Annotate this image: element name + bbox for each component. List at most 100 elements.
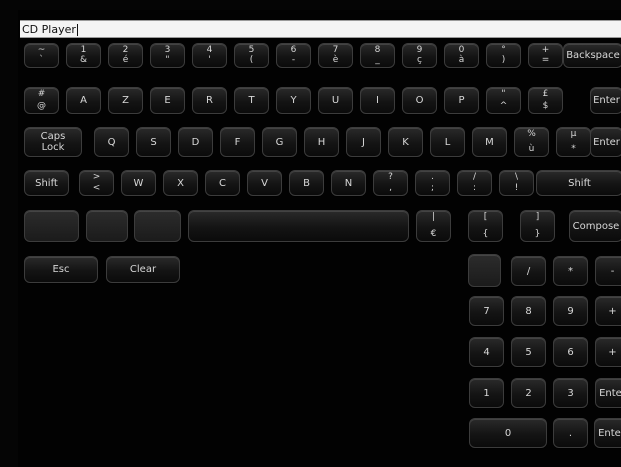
key-m[interactable]: M	[472, 127, 507, 157]
key-symbol-symbol[interactable]: ?,	[373, 170, 408, 196]
key-v[interactable]: V	[247, 170, 282, 196]
key-s[interactable]: S	[136, 127, 171, 157]
key-1-symbol[interactable]: 1 &	[66, 43, 101, 68]
numpad-key-3[interactable]: 3	[553, 378, 588, 408]
numpad-key-2[interactable]: 2	[511, 378, 546, 408]
key-symbol-symbol[interactable]: /:	[457, 170, 492, 196]
key-t-label: T	[248, 95, 255, 106]
key-symbol-symbol[interactable]: £ $	[528, 87, 563, 114]
virtual-keyboard: CD Player ~ ` 1 & 2 é 3 " 4 ' 5(6-7 è 8 _ 9 ç 0 à °) + = Back…	[18, 10, 621, 467]
numpad-key-7[interactable]: 7	[469, 296, 504, 326]
numpad-key-7-label: 7	[483, 305, 490, 317]
key-symbol-symbol[interactable]: ~ `	[24, 43, 59, 68]
key-l[interactable]: L	[430, 127, 465, 157]
key-a[interactable]: A	[66, 87, 101, 114]
key-5-symbol[interactable]: 5(	[234, 43, 269, 68]
key-c[interactable]: C	[205, 170, 240, 196]
numpad-key-0[interactable]: 0	[469, 418, 547, 448]
clear-key[interactable]: Clear	[106, 256, 180, 283]
key-y[interactable]: Y	[276, 87, 311, 114]
numpad-key-6[interactable]: 6	[553, 337, 588, 367]
right-shift-key[interactable]: Shift	[536, 170, 621, 196]
key-o[interactable]: O	[402, 87, 437, 114]
key-8-symbol[interactable]: 8 _	[360, 43, 395, 68]
numpad-key-5[interactable]: 5	[511, 337, 546, 367]
key-g[interactable]: G	[262, 127, 297, 157]
key-z[interactable]: Z	[108, 87, 143, 114]
key-f[interactable]: F	[220, 127, 255, 157]
numpad-key-9[interactable]: 9	[553, 296, 588, 326]
key-symbol-symbol[interactable]: # @	[24, 87, 59, 114]
key-4-symbol[interactable]: 4 '	[192, 43, 227, 68]
key-h-label: H	[317, 136, 326, 148]
numpad-key-enter[interactable]: Enter	[595, 378, 621, 408]
numpad-key-symbol[interactable]: *	[553, 256, 588, 286]
caps-lock-label-line1: Caps	[40, 131, 66, 142]
key-symbol-symbol[interactable]: " ^	[486, 87, 521, 114]
numpad-key-4[interactable]: 4	[469, 337, 504, 367]
enter-key-2[interactable]: Enter	[590, 127, 621, 157]
key-0-symbol[interactable]: 0à	[444, 43, 479, 68]
compose-key[interactable]: Compose	[569, 210, 621, 242]
key-n[interactable]: N	[331, 170, 366, 196]
key-symbol-symbol[interactable]: > <	[79, 170, 114, 196]
enter-key[interactable]: Enter	[590, 87, 621, 114]
blank-modifier-key-3[interactable]	[134, 210, 181, 242]
numpad-key-decimal[interactable]: .	[553, 418, 588, 448]
key-symbol-symbol[interactable]: % ù	[514, 127, 549, 157]
key-9-symbol[interactable]: 9ç	[402, 43, 437, 68]
numpad-enter-key[interactable]: Enter	[594, 418, 621, 448]
key-k[interactable]: K	[388, 127, 423, 157]
numpad-key-8[interactable]: 8	[511, 296, 546, 326]
key-symbol-symbol[interactable]: \!	[499, 170, 534, 196]
key-x[interactable]: X	[163, 170, 198, 196]
backspace-key[interactable]: Backspace	[563, 43, 621, 68]
key-2-symbol[interactable]: 2é	[108, 43, 143, 68]
key-r[interactable]: R	[192, 87, 227, 114]
key-b[interactable]: B	[289, 170, 324, 196]
key-i[interactable]: I	[360, 87, 395, 114]
key-j[interactable]: J	[346, 127, 381, 157]
key-d[interactable]: D	[178, 127, 213, 157]
blank-modifier-key-2[interactable]	[86, 210, 128, 242]
key-upper-label: 6	[290, 45, 297, 55]
space-bar[interactable]	[188, 210, 409, 242]
caps-lock-key[interactable]: Caps Lock	[24, 127, 82, 157]
key-lower-label: è	[332, 55, 339, 65]
caps-lock-label-line2: Lock	[41, 142, 65, 153]
key-6-symbol[interactable]: 6-	[276, 43, 311, 68]
key-h[interactable]: H	[304, 127, 339, 157]
key-symbol-symbol[interactable]: °)	[486, 43, 521, 68]
key-q[interactable]: Q	[94, 127, 129, 157]
blank-modifier-key-1[interactable]	[24, 210, 79, 242]
key-a-label: A	[80, 95, 87, 106]
key-symbol-symbol[interactable]: .;	[415, 170, 450, 196]
key-p[interactable]: P	[444, 87, 479, 114]
key-u[interactable]: U	[318, 87, 353, 114]
key-symbol-symbol[interactable]: ]}	[520, 210, 555, 242]
key-symbol-symbol[interactable]: [{	[468, 210, 503, 242]
key-symbol-symbol[interactable]: | €	[416, 210, 451, 242]
key-symbol-symbol[interactable]: + =	[528, 43, 563, 68]
key-e[interactable]: E	[150, 87, 185, 114]
numpad-blank-key[interactable]	[468, 254, 501, 287]
key-symbol-symbol[interactable]: µ *	[556, 127, 591, 157]
numpad-key-1[interactable]: 1	[469, 378, 504, 408]
key-r-label: R	[206, 95, 213, 106]
numpad-key-symbol[interactable]: /	[511, 256, 546, 286]
numpad-key-symbol[interactable]: -	[595, 256, 621, 286]
key-w-label: W	[133, 177, 144, 189]
key-x-label: X	[177, 177, 184, 189]
text-input[interactable]: CD Player	[20, 20, 621, 38]
key-j-label: J	[362, 136, 365, 148]
escape-key[interactable]: Esc	[24, 256, 98, 283]
numpad-key-symbol[interactable]: +	[595, 337, 621, 367]
left-shift-key[interactable]: Shift	[24, 170, 69, 196]
key-y-label: Y	[290, 95, 297, 106]
key-t[interactable]: T	[234, 87, 269, 114]
key-w[interactable]: W	[121, 170, 156, 196]
key-3-symbol[interactable]: 3 "	[150, 43, 185, 68]
key-7-symbol[interactable]: 7è	[318, 43, 353, 68]
numpad-key-symbol[interactable]: +	[595, 296, 621, 326]
key-lower-label: é	[122, 55, 129, 65]
